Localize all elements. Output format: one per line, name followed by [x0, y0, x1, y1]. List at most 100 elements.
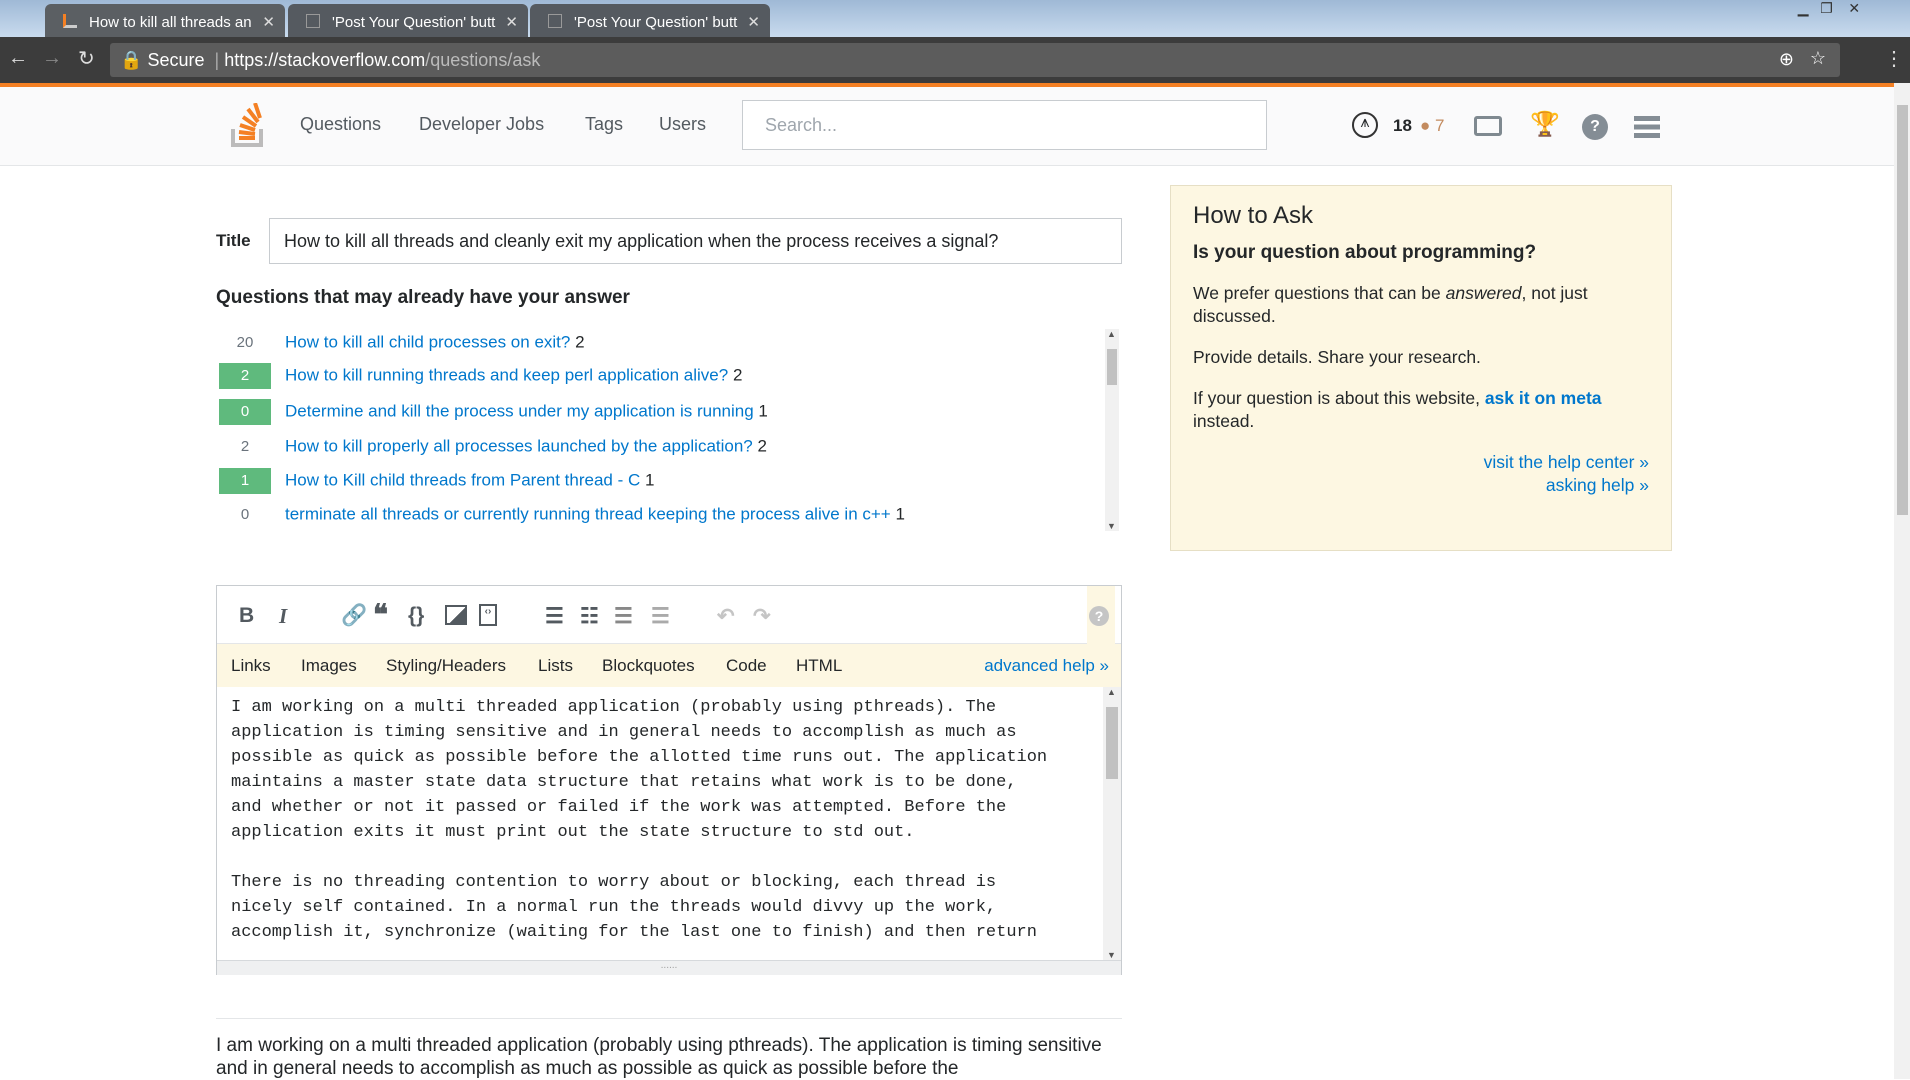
- help-center-link[interactable]: visit the help center »: [1484, 452, 1649, 472]
- redo-icon[interactable]: ↷: [753, 604, 771, 629]
- bulleted-list-icon[interactable]: ☷: [580, 604, 599, 629]
- textarea-scrollbar[interactable]: ▲ ▼: [1103, 687, 1121, 960]
- answer-count: 2: [757, 436, 767, 456]
- url-field[interactable]: 🔒 Secure | https://stackoverflow.com/que…: [110, 43, 1840, 77]
- help-tab-styling[interactable]: Styling/Headers: [386, 656, 506, 676]
- advanced-help-link[interactable]: advanced help »: [984, 656, 1109, 676]
- resize-grip[interactable]: ∙∙∙∙∙∙: [217, 960, 1121, 975]
- numbered-list-icon[interactable]: ☰: [545, 604, 564, 629]
- nav-questions[interactable]: Questions: [300, 114, 381, 135]
- help-tab-links[interactable]: Links: [231, 656, 271, 676]
- achievements-trophy-icon[interactable]: 🏆: [1530, 110, 1560, 138]
- editor-help-bar: Links Images Styling/Headers Lists Block…: [217, 644, 1121, 687]
- browser-menu-icon[interactable]: ⋮: [1884, 46, 1904, 71]
- link-icon[interactable]: 🔗: [341, 604, 367, 628]
- site-switcher-icon[interactable]: [1634, 116, 1660, 138]
- vote-count: 0: [240, 506, 250, 523]
- similar-question-row: 0 terminate all threads or currently runn…: [219, 502, 905, 528]
- answer-count: 1: [758, 401, 768, 421]
- bookmark-star-icon[interactable]: ☆: [1810, 48, 1826, 69]
- answer-count: 1: [895, 504, 905, 524]
- text-em: answered: [1445, 283, 1522, 303]
- help-tab-lists[interactable]: Lists: [538, 656, 573, 676]
- bronze-badges: ● 7: [1420, 116, 1445, 135]
- text: instead.: [1193, 411, 1255, 431]
- help-tab-images[interactable]: Images: [301, 656, 357, 676]
- how-to-ask-panel: How to Ask Is your question about progra…: [1170, 185, 1672, 551]
- sidebar-p3: If your question is about this website, …: [1193, 387, 1649, 433]
- page-scrollbar[interactable]: [1894, 83, 1910, 1079]
- back-icon[interactable]: ←: [8, 47, 28, 70]
- url-host: https://stackoverflow.com: [224, 50, 426, 70]
- sidebar-p1: We prefer questions that can be answered…: [1193, 282, 1649, 328]
- similar-question-row: 1 How to Kill child threads from Parent t…: [219, 468, 654, 494]
- page-icon: [548, 14, 562, 28]
- body-textarea[interactable]: I am working on a multi threaded applica…: [217, 687, 1121, 960]
- vote-count: 0: [219, 399, 271, 425]
- forward-icon[interactable]: →: [42, 47, 62, 70]
- ask-on-meta-link[interactable]: ask it on meta: [1485, 388, 1602, 408]
- stackoverflow-logo-icon[interactable]: [231, 103, 265, 147]
- browser-tab[interactable]: How to kill all threads an ✕: [45, 4, 285, 37]
- close-tab-icon[interactable]: ✕: [747, 13, 760, 31]
- nav-users[interactable]: Users: [659, 114, 706, 135]
- help-tab-blockquotes[interactable]: Blockquotes: [602, 656, 695, 676]
- browser-tab[interactable]: 'Post Your Question' butt ✕: [530, 4, 770, 37]
- nav-developer-jobs[interactable]: Developer Jobs: [419, 114, 544, 135]
- title-input[interactable]: How to kill all threads and cleanly exit…: [269, 218, 1122, 264]
- help-icon[interactable]: ?: [1582, 114, 1608, 140]
- zoom-icon[interactable]: ⊕: [1779, 49, 1794, 70]
- editor-toolbar: B I 🔗 ❝ {} ‹› ☰ ☷ ☰ ☰ ↶ ↷ ?: [217, 586, 1121, 644]
- similar-question-link[interactable]: terminate all threads or currently runni…: [285, 504, 891, 523]
- vote-count: 2: [240, 438, 250, 455]
- avatar[interactable]: ⩚: [1352, 112, 1378, 138]
- vote-count: 20: [236, 334, 254, 351]
- help-tab-html[interactable]: HTML: [796, 656, 842, 676]
- lock-icon: 🔒: [120, 50, 143, 70]
- tab-label: 'Post Your Question' butt: [574, 14, 738, 31]
- answer-count: 2: [732, 365, 743, 385]
- snippet-icon[interactable]: ‹›: [479, 604, 497, 626]
- stackoverflow-favicon-icon: [63, 14, 77, 28]
- inbox-icon[interactable]: [1474, 116, 1502, 136]
- similar-question-link[interactable]: How to kill running threads and keep per…: [285, 365, 728, 384]
- similar-question-link[interactable]: How to kill properly all processes launc…: [285, 436, 753, 455]
- similar-question-link[interactable]: How to kill all child processes on exit?: [285, 332, 570, 351]
- similar-question-link[interactable]: How to Kill child threads from Parent th…: [285, 470, 640, 489]
- code-icon[interactable]: {}: [408, 604, 424, 628]
- asking-help-link[interactable]: asking help »: [1546, 475, 1649, 495]
- undo-icon[interactable]: ↶: [717, 604, 735, 629]
- similar-question-row: 20 How to kill all child processes on exi…: [219, 330, 585, 356]
- similar-question-row: 0 Determine and kill the process under my…: [219, 399, 768, 425]
- answer-count: 1: [645, 470, 655, 490]
- secure-label: Secure: [147, 50, 205, 70]
- reload-icon[interactable]: ↻: [78, 46, 95, 71]
- close-tab-icon[interactable]: ✕: [505, 13, 518, 31]
- divider: [216, 1018, 1122, 1019]
- blockquote-icon[interactable]: ❝: [373, 598, 388, 631]
- url-path: /questions/ask: [425, 50, 541, 70]
- sidebar-title: How to Ask: [1193, 202, 1314, 229]
- similar-scrollbar[interactable]: ▲ ▼: [1105, 329, 1119, 531]
- sidebar-p2: Provide details. Share your research.: [1193, 347, 1481, 367]
- close-tab-icon[interactable]: ✕: [262, 13, 275, 31]
- tab-label: How to kill all threads an: [89, 14, 252, 31]
- horizontal-rule-icon[interactable]: ☰: [651, 604, 670, 629]
- vote-count: 1: [219, 468, 271, 494]
- browser-tab[interactable]: 'Post Your Question' butt ✕: [288, 4, 528, 37]
- search-input[interactable]: Search...: [742, 100, 1267, 150]
- text: If your question is about this website,: [1193, 388, 1485, 408]
- similar-questions-heading: Questions that may already have your ans…: [216, 287, 630, 308]
- image-icon[interactable]: [445, 605, 467, 625]
- editor-help-icon[interactable]: ?: [1089, 606, 1109, 626]
- heading-icon[interactable]: ☰: [614, 604, 633, 629]
- tab-label: 'Post Your Question' butt: [332, 14, 496, 31]
- bold-icon[interactable]: B: [239, 604, 254, 628]
- markdown-editor: B I 🔗 ❝ {} ‹› ☰ ☷ ☰ ☰ ↶ ↷ ? Links Images…: [216, 585, 1122, 975]
- nav-tags[interactable]: Tags: [585, 114, 623, 135]
- help-tab-code[interactable]: Code: [726, 656, 767, 676]
- window-controls[interactable]: ▁ ❐ ✕: [1790, 0, 1910, 20]
- similar-question-link[interactable]: Determine and kill the process under my …: [285, 401, 754, 420]
- similar-question-row: 2 How to kill properly all processes laun…: [219, 434, 767, 460]
- italic-icon[interactable]: I: [279, 604, 287, 629]
